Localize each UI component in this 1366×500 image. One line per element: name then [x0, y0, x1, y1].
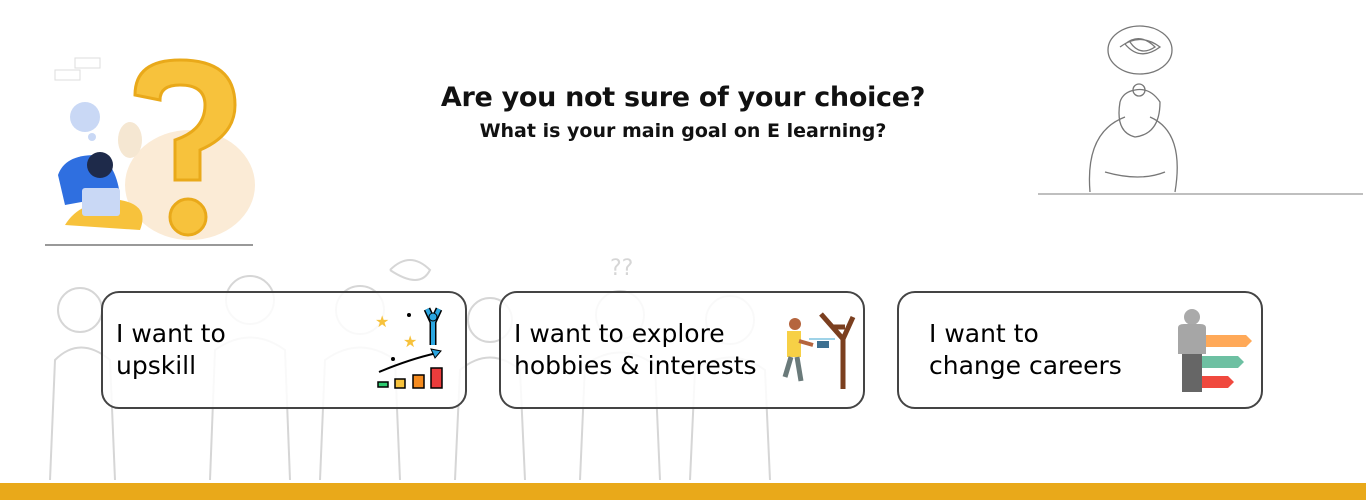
- option-upskill[interactable]: I want to upskill ★ ★: [101, 291, 467, 409]
- option-hobbies[interactable]: I want to explore hobbies & interests: [499, 291, 865, 409]
- option-change-careers[interactable]: I want to change careers: [897, 291, 1263, 409]
- option-label: I want to upskill: [116, 318, 226, 382]
- page-subtitle: What is your main goal on E learning?: [479, 120, 887, 142]
- option-label: I want to explore hobbies & interests: [514, 318, 757, 382]
- svg-text:★: ★: [403, 332, 417, 351]
- label-line: I want to: [929, 319, 1039, 348]
- label-line: upskill: [116, 351, 197, 380]
- label-line: I want to: [116, 319, 226, 348]
- option-label: I want to change careers: [929, 318, 1122, 382]
- label-line: change careers: [929, 351, 1122, 380]
- svg-text:★: ★: [375, 312, 389, 331]
- drone-hobby-icon: [782, 312, 856, 389]
- label-line: hobbies & interests: [514, 351, 757, 380]
- page-title: Are you not sure of your choice?: [440, 82, 926, 113]
- bottom-accent-bar: [0, 483, 1366, 500]
- svg-text:??: ??: [610, 256, 633, 281]
- growth-chart-icon: ★★: [375, 307, 443, 389]
- label-line: I want to explore: [514, 319, 725, 348]
- career-signpost-icon: [1178, 309, 1252, 392]
